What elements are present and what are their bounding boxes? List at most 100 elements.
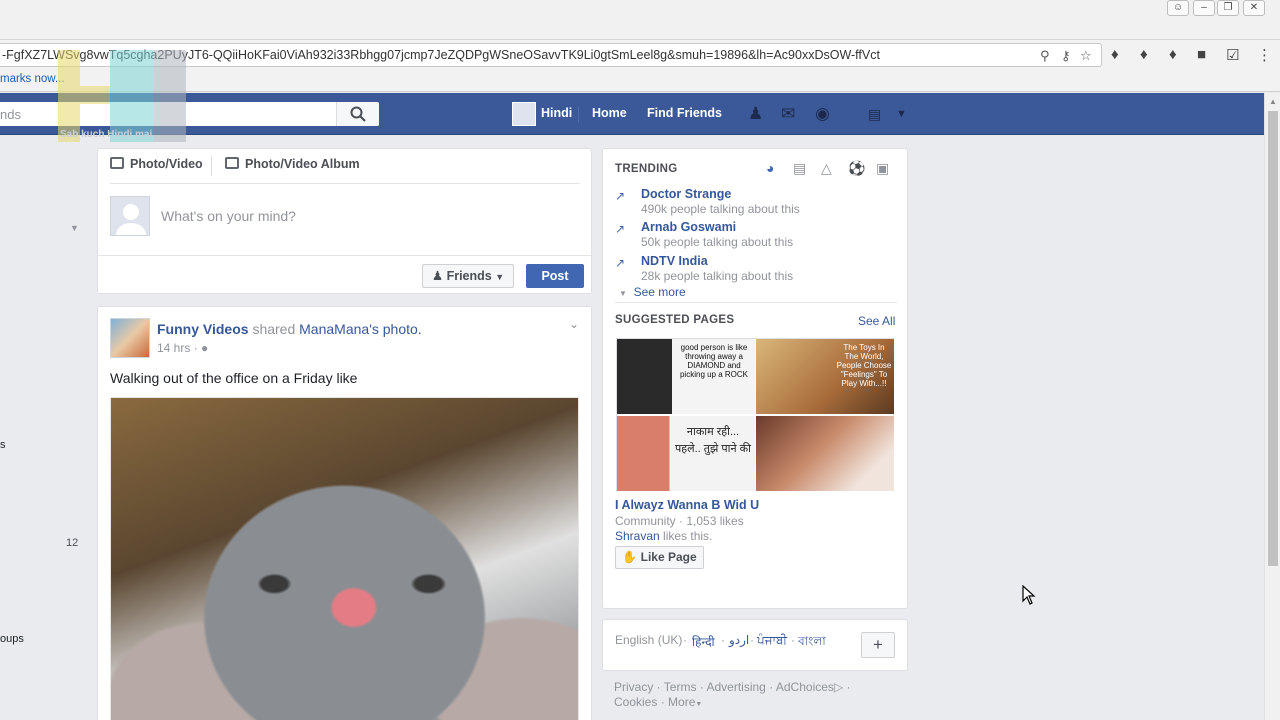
footer-link-advertising[interactable]: Advertising	[706, 680, 765, 694]
footer-link-terms[interactable]: Terms	[664, 680, 697, 694]
globe-icon: ●	[201, 341, 209, 355]
like-page-button[interactable]: ✋ Like Page	[615, 546, 704, 569]
menu-dots-icon[interactable]: ⋮	[1257, 46, 1272, 64]
address-row: -FgfXZ7LWSvg8vwTq5cgha2PUyJT6-QQiiHoKFai…	[0, 40, 1280, 70]
adchoices-icon: ▷	[833, 680, 844, 694]
chevron-down-icon[interactable]: ▼	[896, 108, 907, 120]
divider	[578, 107, 579, 123]
friends-icon: ♟	[431, 269, 444, 283]
m-extension-icon[interactable]: ■	[1197, 46, 1206, 63]
footer-link-privacy[interactable]: Privacy	[614, 680, 653, 694]
find-friends-link[interactable]: Find Friends	[647, 106, 722, 120]
zoom-icon[interactable]: ⚲	[1040, 48, 1050, 64]
divider	[110, 183, 580, 184]
audience-selector-button[interactable]: ♟ Friends ▼	[422, 264, 514, 288]
scrollbar[interactable]: ▲	[1264, 93, 1280, 720]
post-timestamp[interactable]: 14 hrs	[157, 341, 190, 355]
add-language-button[interactable]: +	[861, 632, 895, 658]
shared-photo-link[interactable]: 's photo.	[369, 321, 422, 337]
language-option[interactable]: ਪੰਜਾਬੀ	[757, 633, 787, 648]
search-button[interactable]	[336, 102, 379, 126]
language-option[interactable]: हिन्दी	[692, 633, 715, 650]
search-placeholder: nds	[0, 107, 21, 122]
post-author-link[interactable]: Funny Videos	[157, 321, 249, 337]
divider	[615, 302, 897, 303]
trending-panel: TRENDING ◕ ▤ △ ⚽ ▣ ↗ Doctor Strange 490k…	[602, 148, 908, 609]
browser-titlebar: ☺ – ❐ ✕	[0, 0, 1280, 40]
photo-video-tab[interactable]: Photo/Video	[110, 157, 203, 171]
chevron-down-icon[interactable]: ⌄	[569, 317, 579, 331]
suggested-page-meta: Community · 1,053 likes	[615, 514, 744, 528]
mouse-cursor-icon	[1022, 585, 1036, 605]
top-trends-icon[interactable]: ◕	[766, 160, 774, 176]
chevron-down-icon[interactable]: ▼	[70, 223, 79, 233]
home-link[interactable]: Home	[592, 106, 627, 120]
default-profile-icon	[116, 204, 146, 235]
suggested-pages-title: SUGGESTED PAGES	[615, 314, 735, 326]
messages-icon[interactable]: ✉	[781, 104, 795, 124]
chevron-down-icon: ▼	[619, 289, 627, 298]
thumbs-up-icon: ✋	[622, 550, 638, 564]
search-input[interactable]: nds	[0, 102, 379, 126]
friend-link[interactable]: Shravan	[615, 529, 660, 543]
avatar[interactable]	[512, 102, 536, 126]
status-input[interactable]: What's on your mind?	[161, 208, 296, 224]
left-nav-groups[interactable]: oups	[0, 633, 24, 645]
check-extension-icon[interactable]: ☑	[1226, 46, 1239, 64]
footer-links: Privacy · Terms · Advertising · AdChoice…	[614, 680, 851, 709]
notifications-globe-icon[interactable]: ◉	[815, 104, 830, 124]
watermark-tagline: Sab kuch Hindi mai	[60, 129, 153, 140]
entertainment-icon[interactable]: ▣	[876, 160, 889, 177]
separator: ·	[721, 633, 725, 647]
privacy-lock-icon[interactable]: ▤	[868, 106, 881, 123]
suggested-page-cover[interactable]: good person is like throwing away a DIAM…	[616, 338, 894, 491]
puzzle-icon[interactable]: ♦	[1111, 46, 1119, 63]
friend-requests-icon[interactable]: ♟	[748, 104, 763, 124]
friend-likes-text: Shravan likes this.	[615, 529, 713, 543]
scrollbar-thumb[interactable]	[1268, 111, 1278, 566]
import-bookmarks-link[interactable]: marks now...	[0, 73, 65, 85]
politics-icon[interactable]: ▤	[793, 160, 806, 177]
maximize-button[interactable]: ❐	[1217, 0, 1239, 16]
puzzle-icon[interactable]: ♦	[1140, 46, 1148, 63]
cover-tile: good person is like throwing away a DIAM…	[617, 339, 755, 414]
minimize-button[interactable]: –	[1193, 0, 1215, 16]
divider	[211, 156, 212, 176]
sports-icon[interactable]: ⚽	[848, 160, 865, 177]
shared-page-link[interactable]: ManaMana	[299, 321, 369, 337]
trend-arrow-icon: ↗	[615, 189, 626, 203]
footer-link-more[interactable]: More	[668, 695, 695, 709]
scroll-up-icon[interactable]: ▲	[1269, 97, 1277, 106]
left-nav-item[interactable]: s	[0, 439, 6, 451]
cover-tile	[756, 416, 894, 491]
puzzle-icon[interactable]: ♦	[1169, 46, 1177, 63]
post-text: Walking out of the office on a Friday li…	[110, 370, 358, 386]
chevron-down-icon: ▼	[695, 701, 703, 708]
photo-album-tab[interactable]: Photo/Video Album	[225, 157, 360, 171]
post-meta: 14 hrs · ●	[157, 341, 209, 355]
trend-arrow-icon: ↗	[615, 256, 626, 270]
star-icon[interactable]: ☆	[1080, 48, 1092, 64]
profile-icon[interactable]: ☺	[1167, 0, 1189, 16]
language-option[interactable]: اردو	[729, 633, 749, 647]
feed-post: Funny Videos shared ManaMana's photo. 14…	[97, 306, 592, 720]
science-icon[interactable]: △	[821, 160, 832, 177]
current-language: English (UK)	[615, 633, 683, 647]
avatar[interactable]	[110, 318, 150, 358]
key-icon[interactable]: ⚷	[1061, 48, 1071, 64]
language-selector: English (UK) · हिन्दी · اردو · ਪੰਜਾਬੀ · …	[602, 619, 908, 671]
post-button[interactable]: Post	[526, 264, 584, 288]
language-option[interactable]: বাংলা	[798, 633, 826, 653]
see-all-link[interactable]: See All	[858, 314, 895, 328]
profile-link[interactable]: Hindi	[541, 106, 572, 120]
footer-link-adchoices[interactable]: AdChoices	[776, 680, 834, 694]
close-button[interactable]: ✕	[1243, 0, 1265, 16]
album-icon	[225, 157, 239, 169]
camera-icon	[110, 157, 124, 169]
see-more-link[interactable]: ▼ See more	[619, 285, 686, 299]
post-header: Funny Videos shared ManaMana's photo.	[157, 321, 422, 337]
separator: ·	[791, 633, 795, 647]
post-image[interactable]	[110, 397, 579, 720]
suggested-page-name[interactable]: I Alwayz Wanna B Wid U	[615, 498, 759, 512]
footer-link-cookies[interactable]: Cookies	[614, 695, 657, 709]
